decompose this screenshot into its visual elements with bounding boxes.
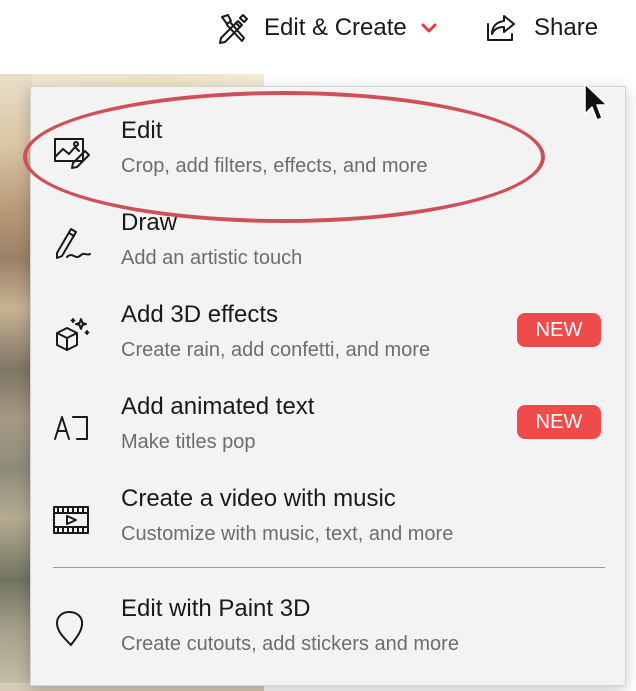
share-label: Share [534,14,599,41]
share-icon [484,12,518,44]
menu-item-paint3d[interactable]: Edit with Paint 3D Create cutouts, add s… [31,581,625,673]
menu-item-title: Draw [121,209,178,236]
menu-item-video-music[interactable]: Create a video with music Customize with… [31,471,625,563]
new-badge: NEW [517,313,601,347]
animated-text-icon [49,405,93,449]
3d-effects-icon [49,313,93,357]
background-photo-left [0,74,32,691]
draw-pen-icon [49,221,93,265]
menu-item-subtitle: Add an artistic touch [121,247,303,269]
share-button[interactable]: Share [484,8,598,48]
edit-photo-icon [49,129,93,173]
edit-create-label: Edit & Create [264,14,407,41]
menu-item-title: Edit [121,117,163,144]
menu-item-subtitle: Crop, add filters, effects, and more [121,155,428,177]
chevron-down-icon [421,22,437,34]
menu-item-3d-effects[interactable]: Add 3D effects Create rain, add confetti… [31,287,625,379]
edit-create-button[interactable]: Edit & Create [216,8,437,48]
top-toolbar: Edit & Create Share [0,0,636,58]
menu-divider [53,567,605,568]
edit-create-icon [216,11,250,45]
video-music-icon [49,497,93,541]
menu-item-subtitle: Create rain, add confetti, and more [121,339,431,361]
edit-create-menu: Edit Crop, add filters, effects, and mor… [23,86,626,686]
menu-item-edit[interactable]: Edit Crop, add filters, effects, and mor… [31,103,625,195]
menu-item-draw[interactable]: Draw Add an artistic touch [31,195,625,287]
menu-item-subtitle: Customize with music, text, and more [121,523,454,545]
menu-item-title: Add animated text [121,393,315,420]
mouse-cursor-icon [582,82,610,126]
menu-item-title: Add 3D effects [121,301,278,328]
menu-item-animated-text[interactable]: Add animated text Make titles pop NEW [31,379,625,471]
menu-item-subtitle: Make titles pop [121,431,256,453]
menu-item-title: Create a video with music [121,485,396,512]
paint3d-icon [49,607,93,651]
new-badge: NEW [517,405,601,439]
menu-item-subtitle: Create cutouts, add stickers and more [121,633,459,655]
menu-item-title: Edit with Paint 3D [121,595,311,622]
